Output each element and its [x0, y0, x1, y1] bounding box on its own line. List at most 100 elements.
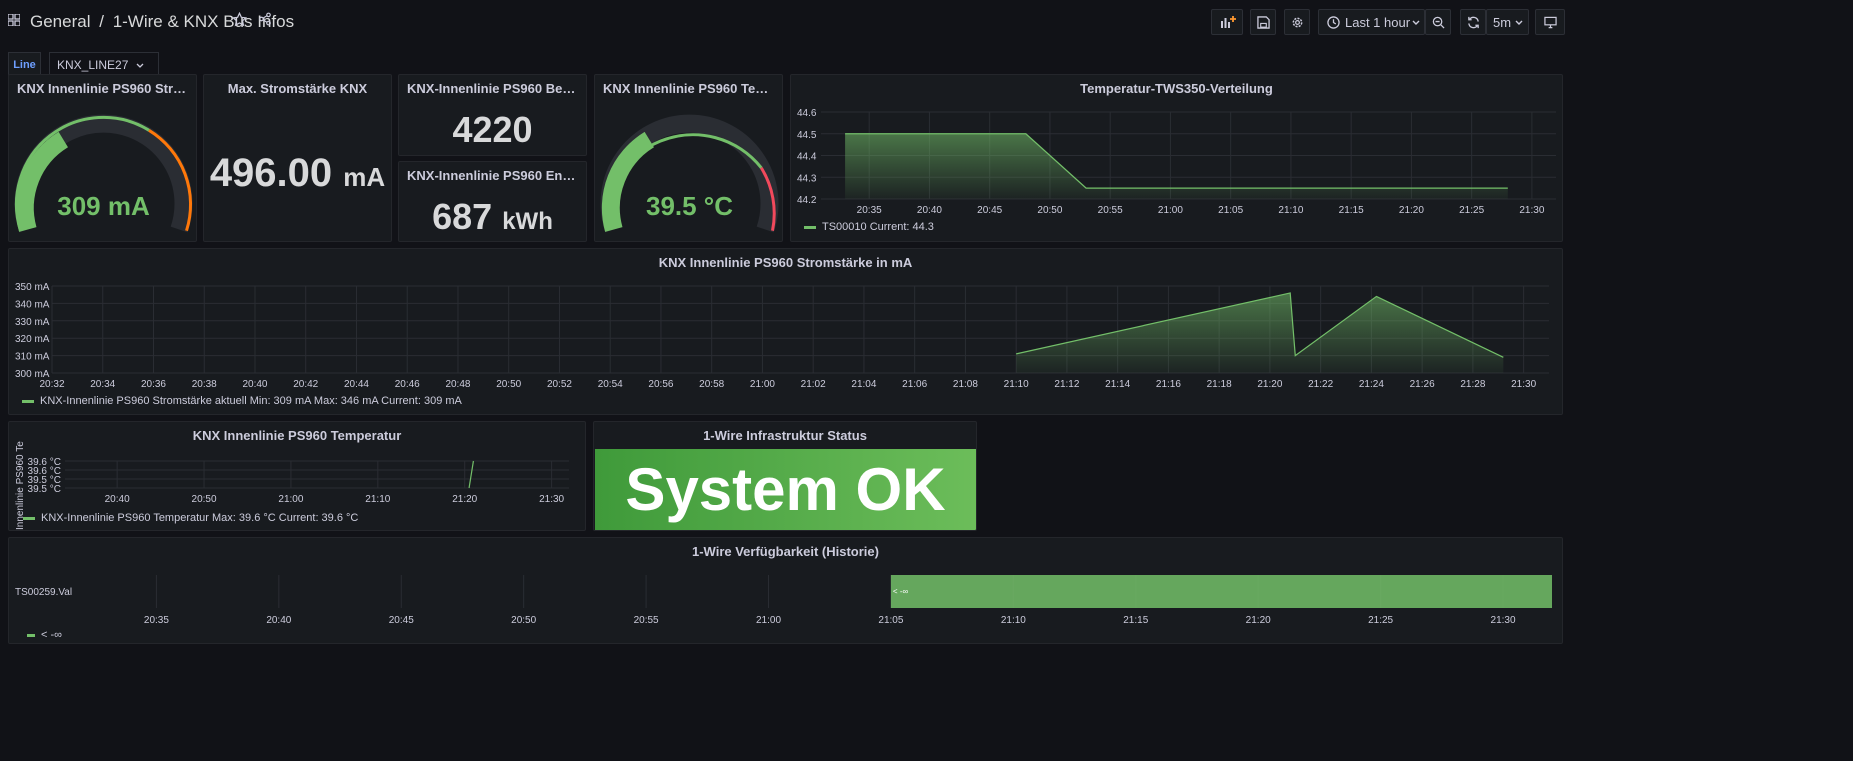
- x-tick-label: 20:36: [141, 379, 166, 390]
- legend-text: KNX-Innenlinie PS960 Stromstärke aktuell…: [40, 395, 462, 407]
- x-tick-label: 21:10: [1004, 379, 1029, 390]
- tv-mode-button[interactable]: [1535, 9, 1565, 35]
- breadcrumb-folder[interactable]: General: [30, 12, 90, 31]
- chart-legend[interactable]: KNX-Innenlinie PS960 Stromstärke aktuell…: [22, 395, 462, 407]
- x-tick-label: 20:40: [266, 615, 291, 626]
- panel-title: KNX-Innenlinie PS960 Betriebsstunden: [407, 81, 586, 96]
- chart-legend[interactable]: TS00010 Current: 44.3: [804, 221, 934, 233]
- stat-value: 687 kWh: [399, 196, 586, 238]
- legend-swatch: [804, 225, 816, 229]
- x-tick-label: 20:45: [977, 205, 1002, 215]
- x-tick-label: 20:52: [547, 379, 572, 390]
- tws350-chart: 44.2 44.3 44.4 44.5 44.6 20:35 20:40 20:45 20:50…: [797, 108, 1556, 215]
- add-panel-button[interactable]: [1211, 9, 1243, 35]
- chart-legend[interactable]: < -∞: [27, 629, 62, 641]
- y-tick-label: 330 mA: [15, 317, 50, 328]
- refresh-interval-label: 5m: [1493, 15, 1512, 30]
- verfuegbarkeit-chart: 20:35 20:40 20:45 20:50 20:55 21:00 21:05 21:10…: [15, 575, 1552, 626]
- panel-temp-timeseries[interactable]: KNX Innenlinie PS960 Temperatur 39.5 °C 3…: [8, 421, 586, 531]
- x-tick-label: 21:20: [1257, 379, 1282, 390]
- x-tick-label: 21:15: [1339, 205, 1364, 215]
- x-tick-label: 20:45: [389, 615, 414, 626]
- refresh-button[interactable]: [1460, 9, 1486, 35]
- panel-title: KNX-Innenlinie PS960 Engergieverbrauch: [407, 168, 586, 183]
- legend-text: KNX-Innenlinie PS960 Temperatur Max: 39.…: [41, 512, 359, 524]
- panel-tws350[interactable]: Temperatur-TWS350-Verteilung 44.2 44.3 44.…: [790, 74, 1563, 242]
- panel-title: Max. Stromstärke KNX: [227, 81, 368, 96]
- x-tick-label: 21:15: [1123, 615, 1148, 626]
- panel-max-strom[interactable]: Max. Stromstärke KNX 496.00 mA: [203, 74, 392, 242]
- series-area: [845, 133, 1508, 199]
- x-tick-label: 21:14: [1105, 379, 1130, 390]
- legend-swatch: [27, 633, 35, 637]
- dashboards-grid-icon[interactable]: [8, 14, 20, 26]
- save-dashboard-button[interactable]: [1250, 9, 1276, 35]
- y-tick-label: 44.6: [797, 108, 817, 119]
- y-tick-label: 44.4: [797, 152, 817, 163]
- panel-title: 1-Wire Infrastruktur Status: [703, 428, 867, 443]
- x-tick-label: 21:00: [750, 379, 775, 390]
- x-tick-label: 21:08: [953, 379, 978, 390]
- gear-icon: [1292, 17, 1303, 28]
- series-line: [468, 460, 475, 489]
- x-tick-label: 21:18: [1207, 379, 1232, 390]
- x-tick-label: 21:30: [1491, 615, 1516, 626]
- panel-stromstaerke-gauge[interactable]: KNX Innenlinie PS960 Stromstärke 309 mA: [8, 74, 197, 242]
- x-tick-label: 21:06: [902, 379, 927, 390]
- chevron-down-icon: [1515, 20, 1523, 25]
- y-tick-label: 340 mA: [15, 299, 50, 310]
- gauge-value: 309 mA: [57, 191, 150, 221]
- add-panel-icon: [1221, 16, 1236, 28]
- panel-strom-timeseries[interactable]: KNX Innenlinie PS960 Stromstärke in mA 3…: [8, 248, 1563, 415]
- zoom-out-button[interactable]: [1425, 9, 1451, 35]
- x-tick-label: 21:28: [1460, 379, 1485, 390]
- legend-swatch: [22, 399, 34, 403]
- x-tick-label: 21:02: [801, 379, 826, 390]
- x-tick-label: 21:16: [1156, 379, 1181, 390]
- x-tick-label: 20:38: [192, 379, 217, 390]
- x-tick-label: 21:30: [1519, 205, 1544, 215]
- panel-temperatur-gauge[interactable]: KNX Innenlinie PS960 Temperatur 39.5 °C: [594, 74, 783, 242]
- x-tick-label: 21:04: [851, 379, 876, 390]
- panel-betriebsstunden[interactable]: KNX-Innenlinie PS960 Betriebsstunden 422…: [398, 74, 587, 156]
- x-tick-label: 21:22: [1308, 379, 1333, 390]
- chevron-down-icon: [136, 63, 144, 68]
- x-tick-label: 20:35: [144, 615, 169, 626]
- chevron-down-icon: [1412, 20, 1420, 25]
- x-tick-label: 21:05: [1218, 205, 1243, 215]
- x-tick-label: 21:25: [1368, 615, 1393, 626]
- y-tick-label: 310 mA: [15, 352, 50, 363]
- monitor-icon: [1544, 16, 1557, 29]
- state-bar-label: < -∞: [893, 587, 909, 596]
- status-value: System OK: [595, 449, 976, 530]
- time-range-picker[interactable]: Last 1 hour: [1318, 9, 1425, 35]
- x-tick-label: 20:32: [39, 379, 64, 390]
- dashboard-settings-button[interactable]: [1284, 9, 1310, 35]
- variable-value: KNX_LINE27: [57, 58, 129, 72]
- strom-chart: 300 mA310 mA320 mA330 mA340 mA350 mA20:3…: [15, 282, 1549, 390]
- x-tick-label: 20:35: [857, 205, 882, 215]
- y-tick-label: 320 mA: [15, 334, 50, 345]
- y-tick-label: 350 mA: [15, 282, 50, 293]
- gauge-value: 39.5 °C: [646, 191, 733, 221]
- refresh-interval-picker[interactable]: 5m: [1486, 9, 1529, 35]
- legend-swatch: [23, 516, 35, 520]
- x-tick-label: 21:00: [756, 615, 781, 626]
- x-tick-label: 21:20: [452, 494, 477, 505]
- x-tick-label: 20:58: [699, 379, 724, 390]
- x-tick-label: 21:10: [1001, 615, 1026, 626]
- panel-energie[interactable]: KNX-Innenlinie PS960 Engergieverbrauch 6…: [398, 161, 587, 242]
- x-tick-label: 20:40: [105, 494, 130, 505]
- star-icon[interactable]: [232, 12, 247, 27]
- temperatur-gauge: 39.5 °C: [600, 114, 779, 233]
- x-tick-label: 20:40: [242, 379, 267, 390]
- chart-legend[interactable]: KNX-Innenlinie PS960 Temperatur Max: 39.…: [23, 512, 358, 524]
- x-tick-label: 21:24: [1359, 379, 1384, 390]
- y-tick-label: 44.2: [797, 195, 817, 206]
- x-tick-label: 20:46: [395, 379, 420, 390]
- panel-infra-status[interactable]: 1-Wire Infrastruktur Status System OK: [593, 421, 977, 531]
- x-tick-label: 20:50: [192, 494, 217, 505]
- panel-verfuegbarkeit[interactable]: 1-Wire Verfügbarkeit (Historie) 20:35 20:…: [8, 537, 1563, 644]
- refresh-icon: [1468, 16, 1479, 29]
- share-icon[interactable]: [258, 12, 272, 26]
